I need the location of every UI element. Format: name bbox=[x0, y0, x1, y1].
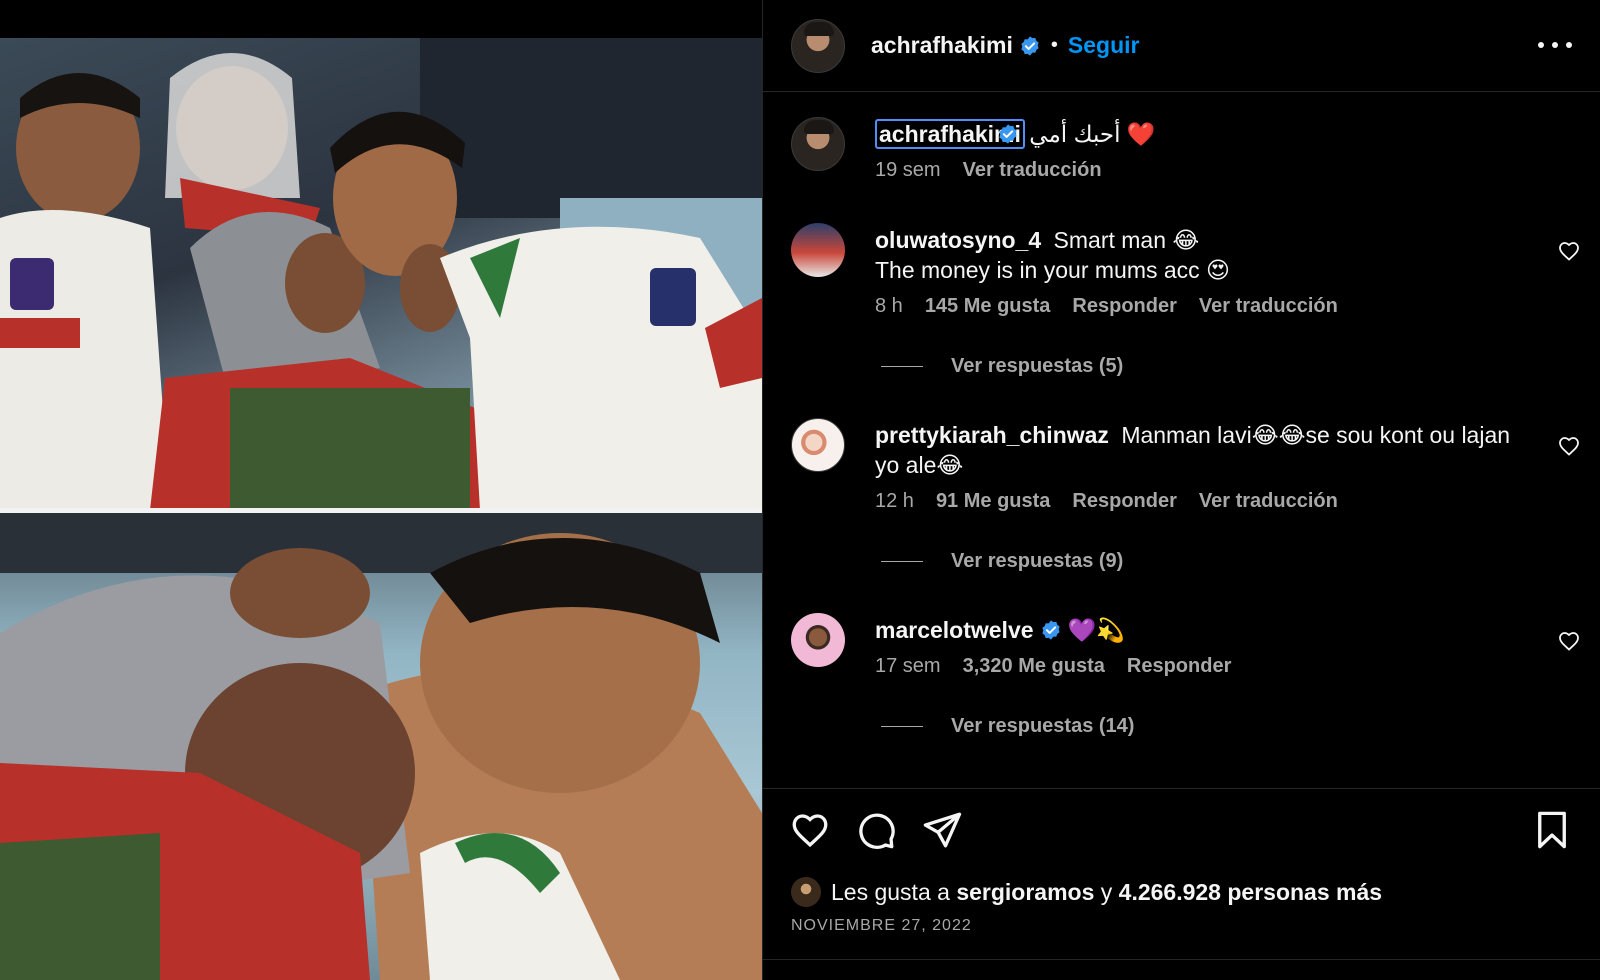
caption-avatar[interactable] bbox=[791, 117, 845, 171]
post-sidebar: achrafhakimi • Seguir achrafhakimi أحبك … bbox=[762, 0, 1600, 980]
comment-bubble-icon[interactable] bbox=[855, 809, 897, 851]
post-header: achrafhakimi • Seguir bbox=[763, 0, 1600, 92]
likes-joiner: y bbox=[1100, 878, 1113, 905]
divider bbox=[763, 959, 1600, 960]
comment-text-line2: The money is in your mums acc 😍 bbox=[875, 257, 1231, 283]
comment-like-heart-icon[interactable] bbox=[1557, 629, 1581, 653]
translate-link[interactable]: Ver traducción bbox=[1199, 295, 1338, 318]
post-photo-top bbox=[0, 38, 762, 510]
view-replies-label[interactable]: Ver respuestas (5) bbox=[951, 355, 1123, 378]
post-caption: achrafhakimi أحبك أمي ❤️ 19 sem Ver trad… bbox=[791, 117, 1581, 197]
caption-text: أحبك أمي bbox=[1029, 121, 1121, 147]
more-options-icon[interactable] bbox=[1538, 30, 1572, 60]
comment-likes-count[interactable]: 145 Me gusta bbox=[925, 295, 1051, 318]
caption-heart-emoji: ❤️ bbox=[1126, 121, 1156, 147]
comment-username[interactable]: oluwatosyno_4 bbox=[875, 227, 1041, 253]
comment-likes-count[interactable]: 3,320 Me gusta bbox=[963, 655, 1105, 678]
view-replies-button[interactable]: Ver respuestas (9) bbox=[881, 550, 1123, 573]
liker-avatar[interactable] bbox=[791, 877, 821, 907]
likes-count[interactable]: 4.266.928 personas más bbox=[1119, 879, 1382, 906]
likes-prefix: Les gusta a bbox=[831, 878, 950, 905]
comment-like-heart-icon[interactable] bbox=[1557, 239, 1581, 263]
post-photo-bottom bbox=[0, 513, 762, 980]
comment-item: marcelotwelve 💜💫 17 sem 3,320 Me gusta Re… bbox=[791, 613, 1581, 763]
comment-like-heart-icon[interactable] bbox=[1557, 434, 1581, 458]
view-replies-button[interactable]: Ver respuestas (5) bbox=[881, 355, 1123, 378]
post-date[interactable]: NOVIEMBRE 27, 2022 bbox=[791, 917, 972, 935]
author-username[interactable]: achrafhakimi bbox=[871, 32, 1013, 59]
comment-username[interactable]: marcelotwelve bbox=[875, 617, 1034, 643]
paper-plane-icon[interactable] bbox=[921, 809, 963, 851]
likes-summary[interactable]: Les gusta a sergioramos y 4.266.928 pers… bbox=[791, 877, 1382, 907]
commenter-avatar[interactable] bbox=[791, 418, 845, 472]
commenter-avatar[interactable] bbox=[791, 223, 845, 277]
replies-line bbox=[881, 366, 923, 367]
replies-line bbox=[881, 561, 923, 562]
comment-username[interactable]: prettykiarah_chinwaz bbox=[875, 422, 1109, 448]
post-actions: Les gusta a sergioramos y 4.266.928 pers… bbox=[763, 788, 1600, 980]
view-replies-button[interactable]: Ver respuestas (14) bbox=[881, 715, 1134, 738]
reply-button[interactable]: Responder bbox=[1072, 295, 1176, 318]
comment-age: 12 h bbox=[875, 490, 914, 512]
commenter-avatar[interactable] bbox=[791, 613, 845, 667]
verified-badge-icon bbox=[1041, 620, 1060, 640]
liker-username[interactable]: sergioramos bbox=[956, 879, 1094, 906]
view-replies-label[interactable]: Ver respuestas (9) bbox=[951, 550, 1123, 573]
comment-text: 💜💫 bbox=[1067, 617, 1125, 643]
comment-item: oluwatosyno_4 Smart man 😂 The money is i… bbox=[791, 223, 1581, 393]
comment-age: 8 h bbox=[875, 295, 903, 317]
reply-button[interactable]: Responder bbox=[1127, 655, 1231, 678]
author-avatar[interactable] bbox=[791, 18, 845, 73]
comment-age: 17 sem bbox=[875, 655, 941, 677]
reply-button[interactable]: Responder bbox=[1072, 490, 1176, 513]
verified-badge-icon bbox=[1021, 35, 1039, 56]
post-media[interactable] bbox=[0, 0, 762, 980]
caption-age: 19 sem bbox=[875, 159, 941, 181]
replies-line bbox=[881, 726, 923, 727]
translate-link[interactable]: Ver traducción bbox=[1199, 490, 1338, 513]
bookmark-icon[interactable] bbox=[1531, 809, 1573, 851]
heart-icon[interactable] bbox=[789, 809, 831, 851]
caption-translate-link[interactable]: Ver traducción bbox=[963, 159, 1102, 182]
verified-badge-icon bbox=[999, 124, 1017, 144]
view-replies-label[interactable]: Ver respuestas (14) bbox=[951, 715, 1134, 738]
follow-button[interactable]: Seguir bbox=[1068, 32, 1140, 59]
comments-list[interactable]: achrafhakimi أحبك أمي ❤️ 19 sem Ver trad… bbox=[763, 93, 1600, 788]
header-separator: • bbox=[1050, 34, 1058, 56]
comment-text: Smart man 😂 bbox=[1053, 227, 1200, 253]
comment-item: prettykiarah_chinwaz Manman lavi😂😂se sou… bbox=[791, 418, 1581, 588]
comment-likes-count[interactable]: 91 Me gusta bbox=[936, 490, 1050, 513]
